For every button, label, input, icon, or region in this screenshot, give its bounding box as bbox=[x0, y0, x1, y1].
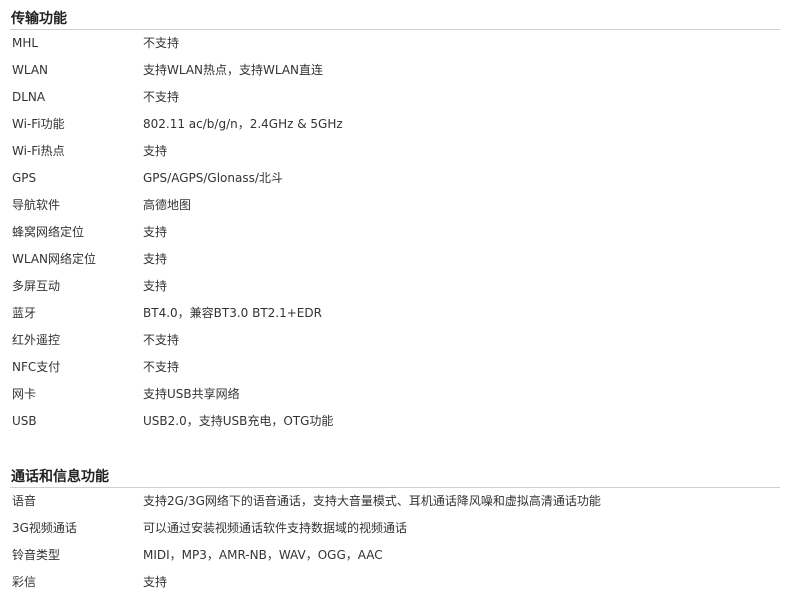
spec-value: 支持 bbox=[143, 279, 168, 293]
spec-label: 网卡 bbox=[12, 387, 37, 401]
spec-section-transmission: 传输功能 MHL 不支持 WLAN 支持WLAN热点，支持WLAN直连 DLNA 不支… bbox=[10, 9, 780, 435]
spec-label: NFC支付 bbox=[12, 360, 61, 374]
spec-label: 语音 bbox=[12, 494, 37, 508]
spec-value: 支持WLAN热点，支持WLAN直连 bbox=[143, 63, 324, 77]
spec-label: 多屏互动 bbox=[12, 279, 61, 293]
spec-value: 不支持 bbox=[143, 90, 180, 104]
section-title: 通话和信息功能 bbox=[10, 467, 780, 488]
spec-value: USB2.0，支持USB充电，OTG功能 bbox=[143, 414, 334, 428]
spec-label: MHL bbox=[12, 36, 39, 50]
spec-value: 支持USB共享网络 bbox=[143, 387, 240, 401]
spec-row: 蓝牙 BT4.0，兼容BT3.0 BT2.1+EDR bbox=[10, 300, 780, 327]
spec-value: 不支持 bbox=[143, 333, 180, 347]
spec-label: 蓝牙 bbox=[12, 306, 37, 320]
spec-label: WLAN bbox=[12, 63, 49, 77]
spec-label: 铃音类型 bbox=[12, 548, 61, 562]
spec-value: GPS/AGPS/Glonass/北斗 bbox=[143, 171, 283, 185]
spec-row: Wi-Fi功能 802.11 ac/b/g/n，2.4GHz & 5GHz bbox=[10, 111, 780, 138]
spec-row: DLNA 不支持 bbox=[10, 84, 780, 111]
spec-value: 支持 bbox=[143, 144, 168, 158]
spec-value: 支持 bbox=[143, 252, 168, 266]
spec-label: WLAN网络定位 bbox=[12, 252, 97, 266]
spec-label: 蜂窝网络定位 bbox=[12, 225, 85, 239]
spec-value: 802.11 ac/b/g/n，2.4GHz & 5GHz bbox=[143, 117, 343, 131]
spec-row: 网卡 支持USB共享网络 bbox=[10, 381, 780, 408]
spec-value: MIDI，MP3，AMR-NB，WAV，OGG，AAC bbox=[143, 548, 383, 562]
spec-row: WLAN 支持WLAN热点，支持WLAN直连 bbox=[10, 57, 780, 84]
spec-row: 彩信 支持 bbox=[10, 569, 780, 596]
spec-row: USB USB2.0，支持USB充电，OTG功能 bbox=[10, 408, 780, 435]
spec-row: MHL 不支持 bbox=[10, 30, 780, 57]
spec-label: 导航软件 bbox=[12, 198, 61, 212]
spec-value: 支持 bbox=[143, 225, 168, 239]
section-title: 传输功能 bbox=[10, 9, 780, 30]
spec-value: 高德地图 bbox=[143, 198, 192, 212]
spec-row: 红外遥控 不支持 bbox=[10, 327, 780, 354]
spec-row: GPS GPS/AGPS/Glonass/北斗 bbox=[10, 165, 780, 192]
spec-row: Wi-Fi热点 支持 bbox=[10, 138, 780, 165]
spec-value: 支持2G/3G网络下的语音通话，支持大音量模式、耳机通话降风噪和虚拟高清通话功能 bbox=[143, 494, 601, 508]
spec-row: WLAN网络定位 支持 bbox=[10, 246, 780, 273]
spec-value: 不支持 bbox=[143, 360, 180, 374]
spec-row: 多屏互动 支持 bbox=[10, 273, 780, 300]
spec-row: NFC支付 不支持 bbox=[10, 354, 780, 381]
spec-value: 支持 bbox=[143, 575, 168, 589]
spec-label: 红外遥控 bbox=[12, 333, 61, 347]
spec-row: 铃音类型 MIDI，MP3，AMR-NB，WAV，OGG，AAC bbox=[10, 542, 780, 569]
spec-section-call-messaging: 通话和信息功能 语音 支持2G/3G网络下的语音通话，支持大音量模式、耳机通话降风… bbox=[10, 467, 780, 596]
spec-label: 彩信 bbox=[12, 575, 37, 589]
spec-label: USB bbox=[12, 414, 37, 428]
spec-label: 3G视频通话 bbox=[12, 521, 77, 535]
spec-value: 不支持 bbox=[143, 36, 180, 50]
spec-label: Wi-Fi功能 bbox=[12, 117, 65, 131]
spec-row: 3G视频通话 可以通过安装视频通话软件支持数据域的视频通话 bbox=[10, 515, 780, 542]
spec-row: 导航软件 高德地图 bbox=[10, 192, 780, 219]
spec-label: DLNA bbox=[12, 90, 46, 104]
spec-list: MHL 不支持 WLAN 支持WLAN热点，支持WLAN直连 DLNA 不支持 Wi-… bbox=[10, 30, 780, 435]
spec-label: GPS bbox=[12, 171, 37, 185]
spec-list: 语音 支持2G/3G网络下的语音通话，支持大音量模式、耳机通话降风噪和虚拟高清通话… bbox=[10, 488, 780, 596]
spec-label: Wi-Fi热点 bbox=[12, 144, 65, 158]
spec-value: 可以通过安装视频通话软件支持数据域的视频通话 bbox=[143, 521, 408, 535]
spec-row: 语音 支持2G/3G网络下的语音通话，支持大音量模式、耳机通话降风噪和虚拟高清通话… bbox=[10, 488, 780, 515]
spec-value: BT4.0，兼容BT3.0 BT2.1+EDR bbox=[143, 306, 322, 320]
spec-row: 蜂窝网络定位 支持 bbox=[10, 219, 780, 246]
